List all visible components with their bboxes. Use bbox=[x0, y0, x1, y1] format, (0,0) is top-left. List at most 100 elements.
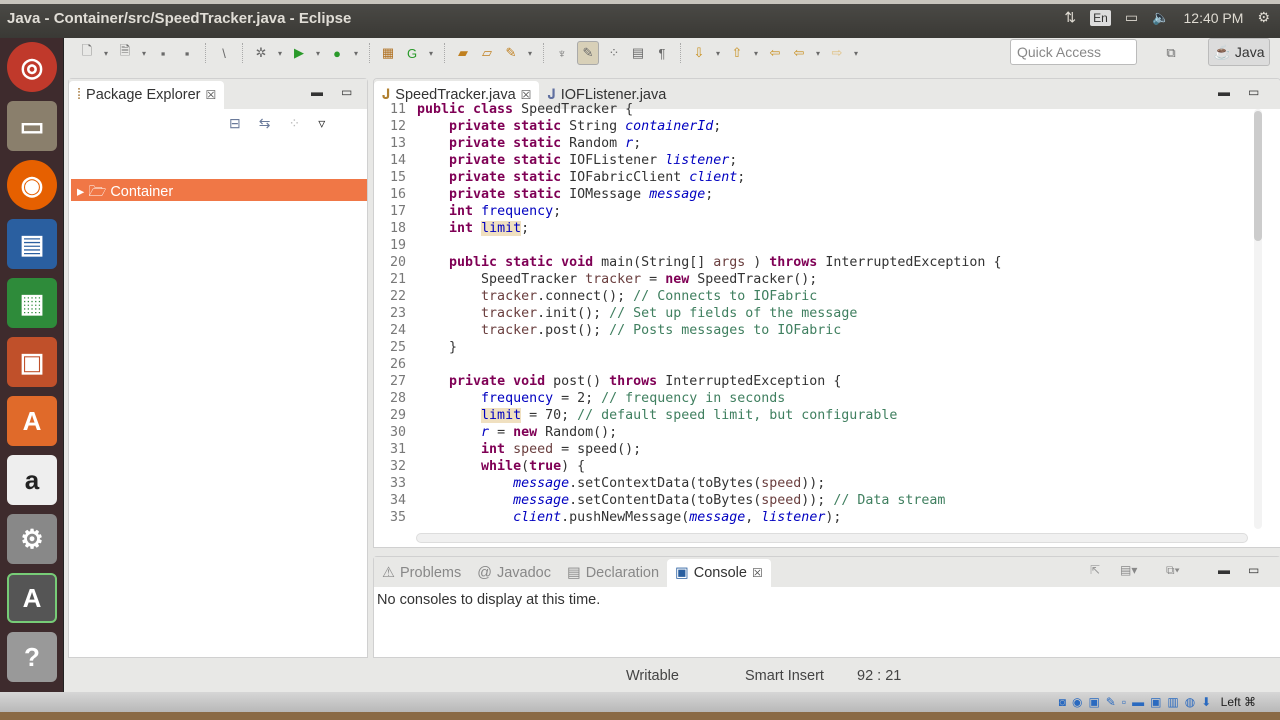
chevron-down-icon[interactable]: ▾ bbox=[752, 44, 760, 62]
search-icon[interactable]: ✎ bbox=[502, 44, 520, 62]
display-console-icon[interactable]: ▤▾ bbox=[1120, 563, 1137, 577]
code-line[interactable]: 34 message.setContentData(toBytes(speed)… bbox=[374, 492, 1254, 509]
code-line[interactable]: 14 private static IOFListener listener; bbox=[374, 152, 1254, 169]
external-tools-icon[interactable]: ● bbox=[328, 44, 346, 62]
pin-console-icon[interactable]: ⇱ bbox=[1090, 563, 1100, 577]
code-line[interactable]: 26 bbox=[374, 356, 1254, 373]
code-line[interactable]: 12 private static String containerId; bbox=[374, 118, 1254, 135]
back-icon[interactable]: ⇦ bbox=[790, 44, 808, 62]
code-editor[interactable]: 11 public class SpeedTracker {12 private … bbox=[374, 101, 1254, 529]
save-icon[interactable]: ▪ bbox=[154, 44, 172, 62]
tab-declaration[interactable]: ▤ Declaration bbox=[559, 559, 667, 587]
maximize-icon[interactable]: ▭ bbox=[341, 85, 352, 99]
code-line[interactable]: 27 private void post() throws Interrupte… bbox=[374, 373, 1254, 390]
filters-icon[interactable]: ⁘ bbox=[288, 115, 300, 132]
new-dropdown-icon[interactable]: ▾ bbox=[102, 44, 110, 62]
chevron-down-icon[interactable]: ▾ bbox=[276, 44, 284, 62]
system-settings-icon[interactable]: ⚙ bbox=[7, 514, 57, 564]
code-line[interactable]: 18 int limit; bbox=[374, 220, 1254, 237]
minimize-icon[interactable]: ▬ bbox=[1218, 563, 1230, 577]
code-line[interactable]: 32 while(true) { bbox=[374, 458, 1254, 475]
code-line[interactable]: 25 } bbox=[374, 339, 1254, 356]
save-all-icon[interactable]: ▪ bbox=[178, 44, 196, 62]
close-icon[interactable]: ☒ bbox=[205, 88, 216, 102]
ubuntu-dash-icon[interactable]: ◎ bbox=[7, 42, 57, 92]
collapse-all-icon[interactable]: ⊟ bbox=[229, 115, 241, 132]
new-java-class-icon[interactable]: G bbox=[403, 44, 421, 62]
chevron-down-icon[interactable]: ▾ bbox=[314, 44, 322, 62]
block-selection-icon[interactable]: ⁘ bbox=[605, 44, 623, 62]
open-folder-icon[interactable]: ▱ bbox=[478, 44, 496, 62]
files-icon[interactable]: ▭ bbox=[7, 101, 57, 151]
show-pilcrow-icon[interactable]: ¶ bbox=[653, 44, 671, 62]
chevron-down-icon[interactable]: ▾ bbox=[140, 44, 148, 62]
chevron-down-icon[interactable]: ▾ bbox=[352, 44, 360, 62]
code-line[interactable]: 28 frequency = 2; // frequency in second… bbox=[374, 390, 1254, 407]
volume-icon[interactable]: 🔈 bbox=[1152, 9, 1169, 26]
code-line[interactable]: 35 client.pushNewMessage(message, listen… bbox=[374, 509, 1254, 526]
show-whitespace-icon[interactable]: ▤ bbox=[629, 44, 647, 62]
code-line[interactable]: 16 private static IOMessage message; bbox=[374, 186, 1254, 203]
tab-console[interactable]: ▣ Console ☒ bbox=[667, 559, 771, 587]
run-icon[interactable]: ▶ bbox=[290, 44, 308, 62]
code-line[interactable]: 33 message.setContextData(toBytes(speed)… bbox=[374, 475, 1254, 492]
debug-icon[interactable]: ✲ bbox=[252, 44, 270, 62]
chevron-down-icon[interactable]: ▾ bbox=[714, 44, 722, 62]
code-line[interactable]: 19 bbox=[374, 237, 1254, 254]
quick-access-input[interactable]: Quick Access bbox=[1010, 39, 1137, 65]
power-gear-icon[interactable]: ⚙ bbox=[1257, 9, 1270, 26]
software-updater-icon[interactable]: A bbox=[7, 573, 57, 623]
new-class-icon[interactable]: 🗎 bbox=[116, 43, 134, 62]
software-center-icon[interactable]: A bbox=[7, 396, 57, 446]
java-perspective-button[interactable]: ☕ Java bbox=[1208, 38, 1270, 66]
forward-icon[interactable]: ⇨ bbox=[828, 44, 846, 62]
help-icon[interactable]: ? bbox=[7, 632, 57, 682]
new-package-icon[interactable]: ▦ bbox=[379, 44, 397, 62]
clock[interactable]: 12:40 PM bbox=[1184, 10, 1244, 26]
code-line[interactable]: 15 private static IOFabricClient client; bbox=[374, 169, 1254, 186]
network-icon[interactable]: ⇅ bbox=[1064, 9, 1076, 26]
code-line[interactable]: 31 int speed = speed(); bbox=[374, 441, 1254, 458]
libreoffice-impress-icon[interactable]: ▣ bbox=[7, 337, 57, 387]
maximize-icon[interactable]: ▭ bbox=[1248, 85, 1259, 99]
code-line[interactable]: 22 tracker.connect(); // Connects to IOF… bbox=[374, 288, 1254, 305]
close-icon[interactable]: ☒ bbox=[752, 566, 763, 580]
firefox-icon[interactable]: ◉ bbox=[7, 160, 57, 210]
open-type-icon[interactable]: ▰ bbox=[454, 44, 472, 62]
previous-annotation-icon[interactable]: ⇧ bbox=[728, 44, 746, 62]
maximize-icon[interactable]: ▭ bbox=[1248, 563, 1259, 577]
tab-package-explorer[interactable]: ⁞ Package Explorer ☒ bbox=[69, 81, 225, 109]
chevron-down-icon[interactable]: ▾ bbox=[427, 44, 435, 62]
code-line[interactable]: 23 tracker.init(); // Set up fields of t… bbox=[374, 305, 1254, 322]
code-line[interactable]: 11 public class SpeedTracker { bbox=[374, 101, 1254, 118]
horizontal-scrollbar[interactable] bbox=[416, 533, 1248, 543]
next-annotation-icon[interactable]: ⇩ bbox=[690, 44, 708, 62]
battery-icon[interactable]: ▭ bbox=[1125, 9, 1138, 26]
mark-occurrences-toggle[interactable]: ✎ bbox=[577, 41, 599, 65]
link-with-editor-icon[interactable]: ⇆ bbox=[259, 115, 271, 132]
tab-problems[interactable]: ⚠ Problems bbox=[374, 559, 469, 587]
open-console-icon[interactable]: ⧉▾ bbox=[1166, 563, 1180, 578]
code-line[interactable]: 30 r = new Random(); bbox=[374, 424, 1254, 441]
amazon-icon[interactable]: a bbox=[7, 455, 57, 505]
libreoffice-writer-icon[interactable]: ▤ bbox=[7, 219, 57, 269]
code-line[interactable]: 29 limit = 70; // default speed limit, b… bbox=[374, 407, 1254, 424]
new-icon[interactable]: 🗋 bbox=[78, 43, 96, 62]
last-edit-icon[interactable]: ⇦ bbox=[766, 44, 784, 62]
keyboard-layout-indicator[interactable]: En bbox=[1090, 9, 1111, 26]
minimize-icon[interactable]: ▬ bbox=[311, 85, 323, 99]
code-line[interactable]: 21 SpeedTracker tracker = new SpeedTrack… bbox=[374, 271, 1254, 288]
close-icon[interactable]: ☒ bbox=[521, 88, 532, 102]
chevron-down-icon[interactable]: ▾ bbox=[526, 44, 534, 62]
minimize-icon[interactable]: ▬ bbox=[1218, 85, 1230, 99]
tab-javadoc[interactable]: @ Javadoc bbox=[469, 559, 559, 587]
code-line[interactable]: 20 public static void main(String[] args… bbox=[374, 254, 1254, 271]
view-menu-icon[interactable]: ▿ bbox=[318, 115, 325, 132]
open-perspective-icon[interactable]: ⧉ bbox=[1162, 44, 1180, 62]
chevron-down-icon[interactable]: ▾ bbox=[814, 44, 822, 62]
open-task-icon[interactable]: ♆ bbox=[553, 44, 571, 62]
tree-item-container[interactable]: ▸ 🗁 Container bbox=[71, 179, 367, 201]
code-line[interactable]: 24 tracker.post(); // Posts messages to … bbox=[374, 322, 1254, 339]
vbox-device-icons[interactable]: ◙◉▣✎▫▬▣▥◍⬇ bbox=[1059, 695, 1218, 709]
code-line[interactable]: 13 private static Random r; bbox=[374, 135, 1254, 152]
